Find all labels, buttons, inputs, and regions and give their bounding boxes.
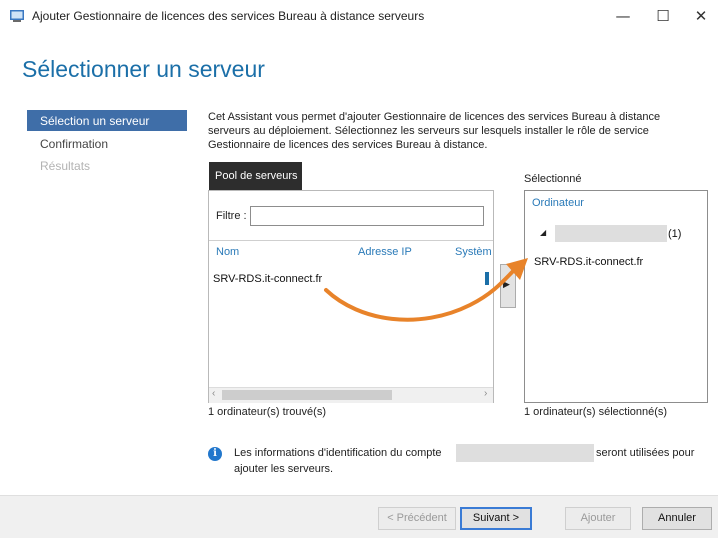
table-row[interactable]: SRV-RDS.it-connect.fr [213,273,322,285]
column-header-ordinateur[interactable]: Ordinateur [532,197,584,209]
redacted-account [456,444,594,462]
previous-button[interactable]: < Précédent [378,507,456,530]
info-text-line1: Les informations d'identification du com… [234,447,442,459]
description-text: Cet Assistant vous permet d'ajouter Gest… [208,111,661,151]
app-icon [10,10,24,22]
nav-item-selection-serveur[interactable]: Sélection un serveur [40,114,149,128]
annotation-arrow-icon [324,258,528,322]
selected-server-row[interactable]: SRV-RDS.it-connect.fr [534,256,643,268]
add-button[interactable]: Ajouter [565,507,631,530]
minimize-button[interactable]: — [608,4,638,28]
next-button[interactable]: Suivant > [460,507,532,530]
tab-pool-de-serveurs[interactable]: Pool de serveurs [209,162,302,190]
close-button[interactable]: ✕ [686,4,716,28]
maximize-button[interactable]: ☐ [648,4,678,28]
redacted-group-name [555,225,667,242]
cancel-button[interactable]: Annuler [642,507,712,530]
scroll-right-icon[interactable]: › [484,388,487,399]
selected-panel [524,190,708,403]
filter-label: Filtre : [216,210,247,222]
info-text-line2: ajouter les serveurs. [234,463,334,475]
scroll-left-icon[interactable]: ‹ [212,388,215,399]
group-count: (1) [668,228,682,240]
filter-input[interactable] [250,206,484,226]
info-text-line1-end: seront utilisées pour [596,447,695,459]
page-title: Sélectionner un serveur [22,56,265,82]
nav-item-confirmation[interactable]: Confirmation [40,137,108,151]
scrollbar-thumb[interactable] [222,390,392,400]
tree-expand-icon[interactable]: ◢ [540,228,546,237]
servers-selected-count: 1 ordinateur(s) sélectionné(s) [524,406,668,418]
servers-found-count: 1 ordinateur(s) trouvé(s) [208,406,326,418]
info-icon: i [208,447,222,461]
nav-item-resultats: Résultats [40,159,91,173]
window-title: Ajouter Gestionnaire de licences des ser… [32,9,425,23]
column-header-divider [209,240,493,241]
column-header-nom[interactable]: Nom [216,246,239,258]
selected-label: Sélectionné [524,173,582,185]
